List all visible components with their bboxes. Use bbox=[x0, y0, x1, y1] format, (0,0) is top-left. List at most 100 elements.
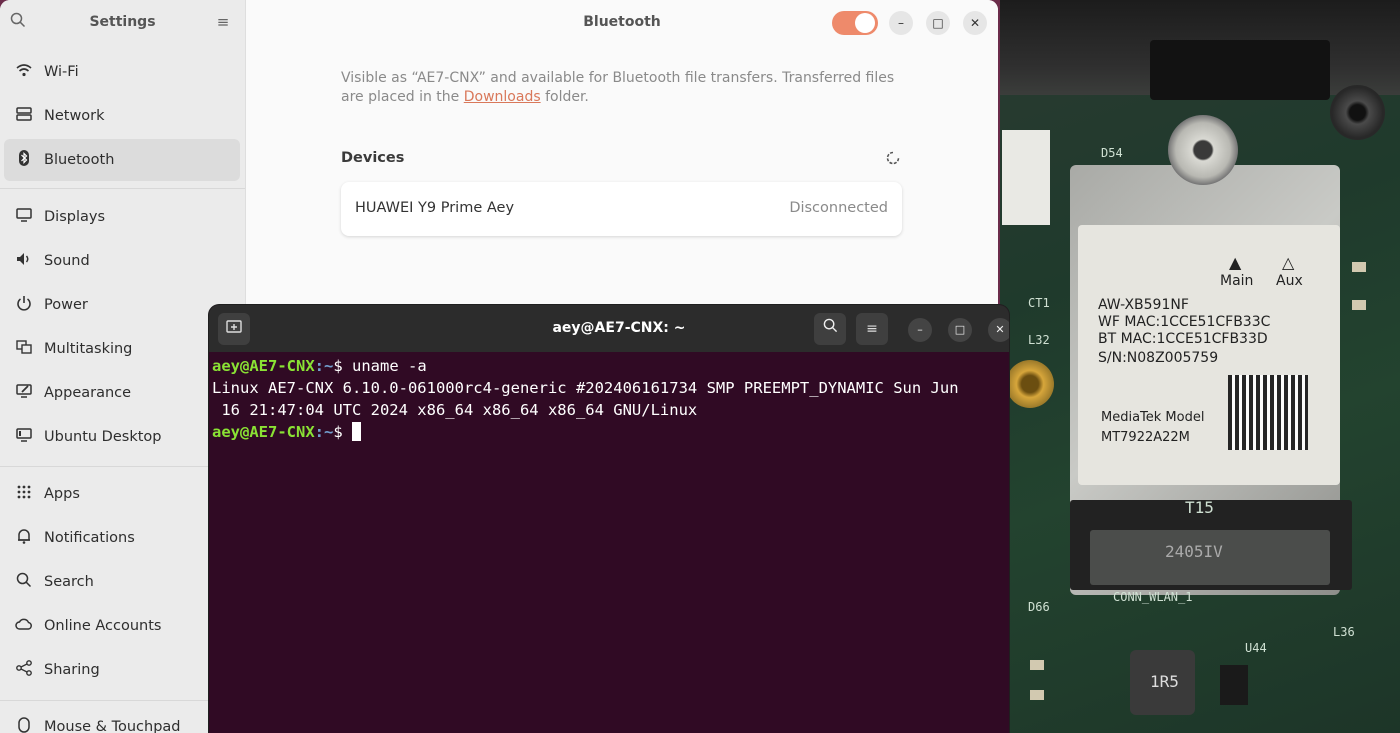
photo-silk: D54 bbox=[1101, 146, 1123, 160]
power-icon bbox=[15, 295, 33, 315]
prompt-user: aey@AE7-CNX bbox=[212, 357, 315, 375]
close-button[interactable]: ✕ bbox=[963, 11, 987, 35]
photo-silk: L32 bbox=[1028, 333, 1050, 347]
sidebar-item-label: Multitasking bbox=[44, 341, 133, 357]
sidebar-item-online-accounts[interactable]: Online Accounts bbox=[4, 605, 240, 647]
photo-label-line: S/N:N08Z005759 bbox=[1098, 350, 1219, 366]
menu-icon[interactable]: ≡ bbox=[213, 12, 233, 32]
terminal-search-button[interactable] bbox=[814, 313, 846, 345]
terminal-line: 16 21:47:04 UTC 2024 x86_64 x86_64 x86_6… bbox=[212, 401, 698, 419]
device-status: Disconnected bbox=[789, 200, 888, 216]
photo-silk: L36 bbox=[1333, 625, 1355, 639]
description-text: folder. bbox=[540, 89, 589, 105]
sidebar-item-label: Power bbox=[44, 297, 88, 313]
sidebar-item-label: Search bbox=[44, 574, 94, 590]
photo-silk: CT1 bbox=[1028, 296, 1050, 310]
terminal-close-button[interactable]: ✕ bbox=[988, 318, 1009, 342]
sidebar-item-label: Bluetooth bbox=[44, 152, 115, 168]
apps-icon bbox=[15, 485, 33, 503]
terminal-minimize-button[interactable]: – bbox=[908, 318, 932, 342]
display-icon bbox=[15, 208, 33, 226]
photo-screw bbox=[1168, 115, 1238, 185]
maximize-button[interactable]: □ bbox=[926, 11, 950, 35]
terminal-menu-button[interactable]: ≡ bbox=[856, 313, 888, 345]
minimize-button[interactable]: – bbox=[889, 11, 913, 35]
share-icon bbox=[15, 660, 33, 680]
terminal-line: aey@AE7-CNX:~$ uname -a bbox=[212, 355, 1009, 377]
photo-capacitor bbox=[1352, 300, 1366, 310]
bell-icon bbox=[15, 528, 33, 548]
sidebar-item-label: Sound bbox=[44, 253, 90, 269]
sidebar-item-label: Online Accounts bbox=[44, 618, 162, 634]
sidebar-item-sharing[interactable]: Sharing bbox=[4, 649, 240, 691]
photo-capacitor bbox=[1030, 660, 1044, 670]
photo-label-line: BT MAC:1CCE51CFB33D bbox=[1098, 331, 1268, 347]
sidebar-item-power[interactable]: Power bbox=[4, 284, 240, 326]
photo-mount-hole bbox=[1006, 360, 1054, 408]
sidebar-divider bbox=[0, 188, 245, 189]
search-icon bbox=[15, 572, 33, 592]
ubuntu-desktop-icon bbox=[15, 428, 33, 446]
devices-heading: Devices bbox=[341, 150, 405, 166]
background-photo: ▲ △ Main Aux AW-XB591NF WF MAC:1CCE51CFB… bbox=[1000, 0, 1400, 733]
downloads-link[interactable]: Downloads bbox=[464, 89, 541, 105]
sidebar-item-wifi[interactable]: Wi-Fi bbox=[4, 51, 240, 93]
photo-silk: T15 bbox=[1185, 498, 1214, 517]
sidebar-item-label: Sharing bbox=[44, 662, 100, 678]
sidebar-item-apps[interactable]: Apps bbox=[4, 473, 240, 515]
photo-antenna-aux: Aux bbox=[1276, 273, 1303, 289]
sidebar-item-notifications[interactable]: Notifications bbox=[4, 517, 240, 559]
sidebar-title: Settings bbox=[89, 14, 156, 30]
search-icon bbox=[823, 318, 837, 333]
device-name: HUAWEI Y9 Prime Aey bbox=[355, 200, 515, 216]
spinner-icon bbox=[886, 151, 900, 165]
photo-silk: 1R5 bbox=[1150, 672, 1179, 691]
sidebar-item-multitasking[interactable]: Multitasking bbox=[4, 328, 240, 370]
bluetooth-icon bbox=[15, 150, 33, 170]
sidebar-item-label: Appearance bbox=[44, 385, 132, 401]
photo-model-line: MT7922A22M bbox=[1101, 430, 1190, 445]
photo-standoff bbox=[1330, 85, 1385, 140]
sidebar-item-label: Displays bbox=[44, 209, 106, 225]
sidebar-item-label: Mouse & Touchpad bbox=[44, 719, 181, 733]
sidebar-item-displays[interactable]: Displays bbox=[4, 196, 240, 238]
photo-model-line: MediaTek Model bbox=[1101, 410, 1205, 425]
sidebar-item-label: Wi-Fi bbox=[44, 64, 79, 80]
prompt-symbol: $ bbox=[333, 423, 352, 441]
sidebar-item-bluetooth[interactable]: Bluetooth bbox=[4, 139, 240, 181]
terminal-maximize-button[interactable]: □ bbox=[948, 318, 972, 342]
terminal-cursor bbox=[352, 422, 361, 441]
photo-label-line: WF MAC:1CCE51CFB33C bbox=[1098, 314, 1271, 330]
description-text: Visible as “AE7-CNX” and available for B… bbox=[341, 70, 895, 105]
prompt-symbol: $ bbox=[333, 357, 352, 375]
photo-capacitor bbox=[1030, 690, 1044, 700]
terminal-window[interactable]: aey@AE7-CNX: ~ ≡ – □ ✕ aey@AE7-CNX:~$ un… bbox=[209, 305, 1009, 733]
terminal-line: Linux AE7-CNX 6.10.0-061000rc4-generic #… bbox=[212, 379, 959, 397]
sidebar-item-label: Apps bbox=[44, 486, 80, 502]
terminal-line: aey@AE7-CNX:~$ bbox=[212, 421, 1009, 443]
page-title: Bluetooth bbox=[583, 14, 661, 30]
photo-capacitor bbox=[1352, 262, 1366, 272]
photo-silk: CONN_WLAN_1 bbox=[1113, 590, 1193, 604]
sidebar-item-appearance[interactable]: Appearance bbox=[4, 372, 240, 414]
photo-datamatrix bbox=[1228, 375, 1308, 450]
terminal-output[interactable]: aey@AE7-CNX:~$ uname -a Linux AE7-CNX 6.1… bbox=[212, 355, 1009, 443]
speaker-icon bbox=[15, 252, 33, 270]
toggle-knob bbox=[855, 13, 875, 33]
appearance-icon bbox=[15, 384, 33, 402]
sidebar-item-network[interactable]: Network bbox=[4, 95, 240, 137]
bluetooth-toggle[interactable] bbox=[832, 11, 878, 35]
sidebar-item-search[interactable]: Search bbox=[4, 561, 240, 603]
terminal-title: aey@AE7-CNX: ~ bbox=[552, 320, 686, 336]
photo-silk: D66 bbox=[1028, 600, 1050, 614]
sidebar-item-ubuntu-desktop[interactable]: Ubuntu Desktop bbox=[4, 416, 240, 458]
device-row[interactable]: HUAWEI Y9 Prime Aey Disconnected bbox=[341, 182, 902, 236]
cloud-icon bbox=[15, 618, 33, 634]
terminal-titlebar[interactable]: aey@AE7-CNX: ~ ≡ – □ ✕ bbox=[209, 305, 1009, 352]
photo-silk: U44 bbox=[1245, 641, 1267, 655]
wifi-icon bbox=[15, 63, 33, 81]
sidebar-item-sound[interactable]: Sound bbox=[4, 240, 240, 282]
photo-silk: 2405IV bbox=[1165, 542, 1223, 561]
network-icon bbox=[15, 107, 33, 125]
sidebar-item-mouse-touchpad[interactable]: Mouse & Touchpad bbox=[4, 706, 240, 733]
